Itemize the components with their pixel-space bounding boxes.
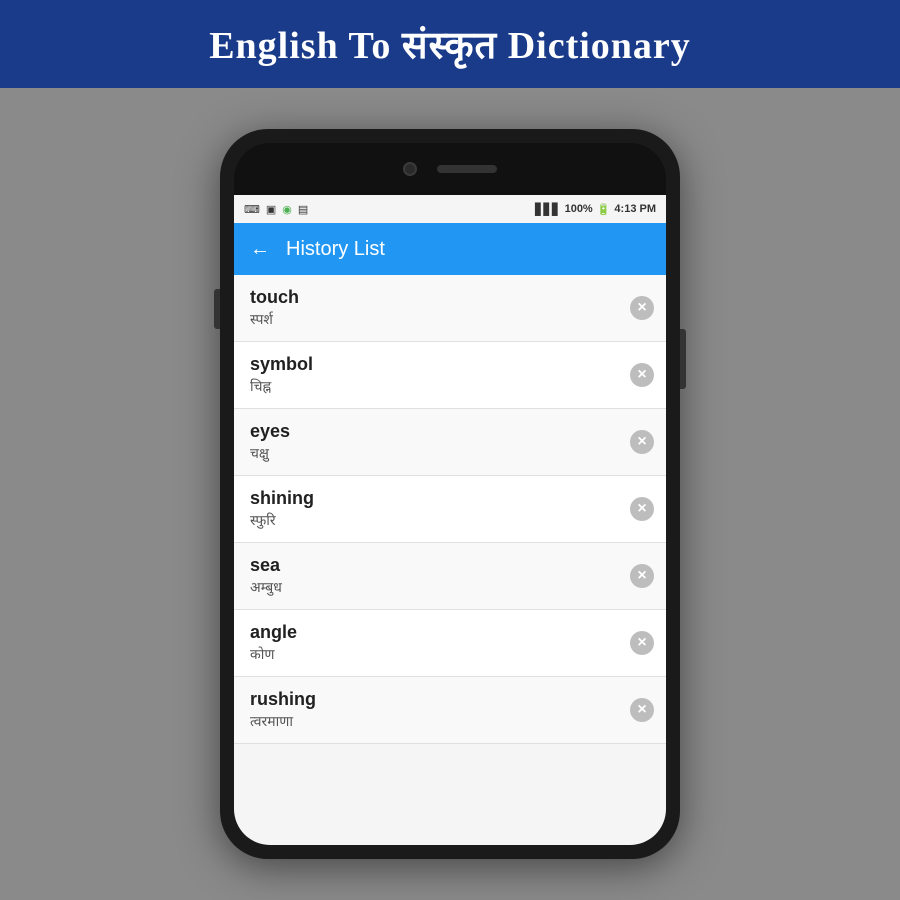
- item-english-word: sea: [250, 555, 616, 576]
- top-banner: English To संस्कृत Dictionary: [0, 0, 900, 88]
- battery-warn-icon: ▤: [298, 203, 308, 216]
- back-button[interactable]: ←: [250, 238, 270, 261]
- item-sanskrit-word: स्पर्श: [250, 310, 616, 329]
- signal-icon: ▋▋▋: [535, 203, 560, 216]
- usb-icon: ⌨: [244, 203, 260, 216]
- banner-title: English To संस्कृत Dictionary: [209, 25, 691, 67]
- item-english-word: angle: [250, 622, 616, 643]
- list-item[interactable]: symbol चिह्न: [234, 342, 666, 409]
- list-item[interactable]: sea अम्बुध: [234, 543, 666, 610]
- image-icon: ▣: [266, 203, 276, 216]
- delete-button[interactable]: [630, 631, 654, 655]
- phone-bezel: [234, 143, 666, 195]
- delete-button[interactable]: [630, 363, 654, 387]
- delete-button[interactable]: [630, 698, 654, 722]
- status-icons: ⌨ ▣ ◉ ▤: [244, 203, 308, 216]
- screen-title: History List: [286, 238, 385, 261]
- item-sanskrit-word: त्वरमाणा: [250, 712, 616, 731]
- item-english-word: eyes: [250, 421, 616, 442]
- item-sanskrit-word: कोण: [250, 645, 616, 664]
- list-item[interactable]: rushing त्वरमाणा: [234, 677, 666, 744]
- side-button-left: [214, 289, 220, 329]
- item-english-word: shining: [250, 488, 616, 509]
- item-sanskrit-word: चक्षु: [250, 444, 616, 463]
- front-camera: [403, 162, 417, 176]
- status-bar: ⌨ ▣ ◉ ▤ ▋▋▋ 100% 🔋 4:13 PM: [234, 195, 666, 223]
- delete-button[interactable]: [630, 564, 654, 588]
- delete-button[interactable]: [630, 296, 654, 320]
- main-area: ⌨ ▣ ◉ ▤ ▋▋▋ 100% 🔋 4:13 PM ← History Lis…: [0, 88, 900, 900]
- delete-button[interactable]: [630, 430, 654, 454]
- status-right: ▋▋▋ 100% 🔋 4:13 PM: [535, 203, 656, 216]
- item-sanskrit-word: अम्बुध: [250, 578, 616, 597]
- phone-screen: ⌨ ▣ ◉ ▤ ▋▋▋ 100% 🔋 4:13 PM ← History Lis…: [234, 143, 666, 845]
- list-item[interactable]: angle कोण: [234, 610, 666, 677]
- sync-icon: ◉: [282, 203, 292, 216]
- delete-button[interactable]: [630, 497, 654, 521]
- list-item[interactable]: eyes चक्षु: [234, 409, 666, 476]
- battery-percent: 100%: [565, 203, 593, 215]
- list-item[interactable]: shining स्फुरि: [234, 476, 666, 543]
- item-sanskrit-word: चिह्न: [250, 377, 616, 396]
- phone-speaker: [437, 165, 497, 173]
- side-button-right: [680, 329, 686, 389]
- list-item[interactable]: touch स्पर्श: [234, 275, 666, 342]
- item-english-word: touch: [250, 287, 616, 308]
- item-english-word: rushing: [250, 689, 616, 710]
- history-list: touch स्पर्श symbol चिह्न eyes चक्षु shining स्…: [234, 275, 666, 845]
- item-english-word: symbol: [250, 354, 616, 375]
- item-sanskrit-word: स्फुरि: [250, 511, 616, 530]
- battery-icon: 🔋: [597, 203, 611, 216]
- app-bar: ← History List: [234, 223, 666, 275]
- clock: 4:13 PM: [614, 203, 656, 215]
- phone-mockup: ⌨ ▣ ◉ ▤ ▋▋▋ 100% 🔋 4:13 PM ← History Lis…: [220, 129, 680, 859]
